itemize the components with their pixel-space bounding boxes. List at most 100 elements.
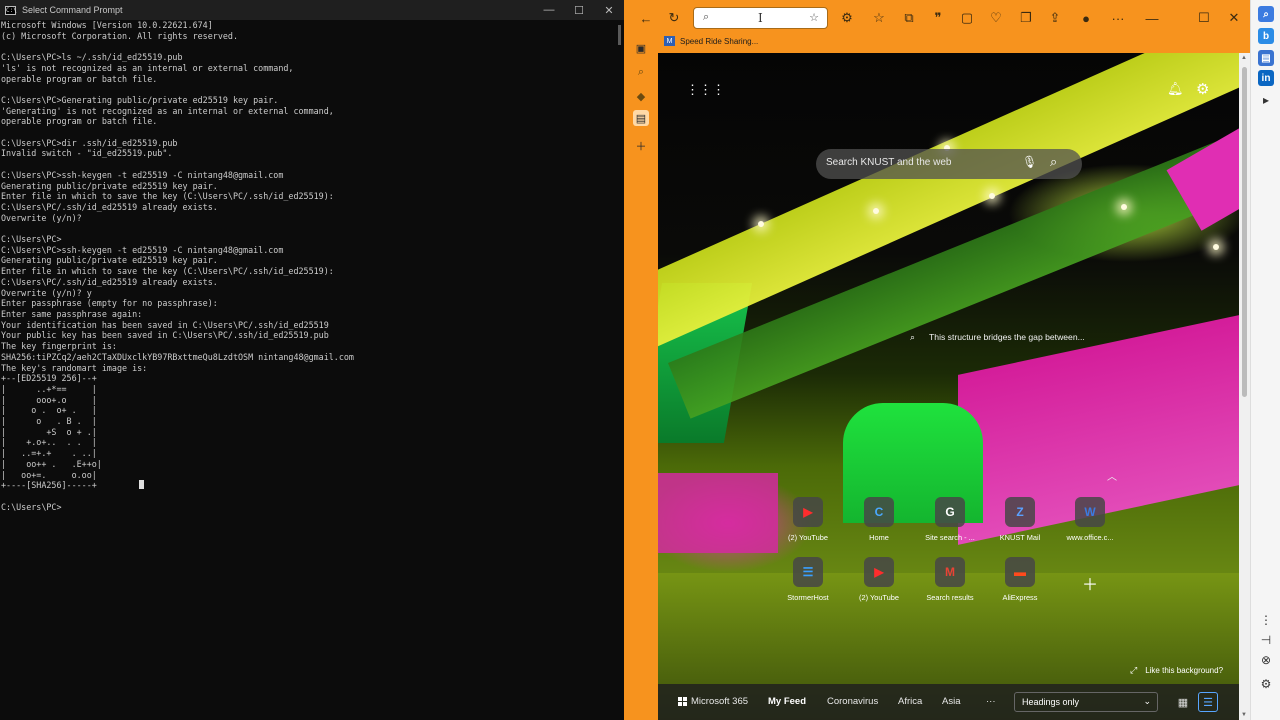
feed-tab-asia[interactable]: Asia <box>942 696 960 707</box>
extensions-icon[interactable]: ⚙ <box>835 6 859 30</box>
gmail-icon: M <box>935 557 965 587</box>
active-tab-icon[interactable]: ▤ <box>633 110 649 126</box>
quick-link-tile[interactable]: C Home <box>847 497 911 551</box>
quick-link-label: KNUST Mail <box>999 533 1041 542</box>
search-placeholder: Search KNUST and the web <box>826 157 952 168</box>
new-tab-icon[interactable]: ＋ <box>633 138 649 154</box>
quick-link-tile[interactable]: M Search results <box>918 557 982 611</box>
minimize-button[interactable]: — <box>534 0 564 20</box>
web-search-box[interactable]: Search KNUST and the web 🎙︎ ⌕ <box>816 149 1082 179</box>
scroll-down-icon[interactable]: ▼ <box>1241 712 1247 718</box>
like-background-link[interactable]: ⤢ Like this background? <box>1130 665 1223 676</box>
terminal-line: C:\Users\PC>ssh-keygen -t ed25519 -C nin… <box>1 244 284 255</box>
stormerhost-icon: ☰ <box>793 557 823 587</box>
app-launcher-icon[interactable]: ⋮⋮⋮ <box>686 83 725 97</box>
caption-search-icon: ⌕ <box>910 331 916 342</box>
back-arrow-icon[interactable]: ← <box>634 6 658 30</box>
sidebar-tools-icon[interactable]: ▤ <box>1258 50 1274 66</box>
terminal-line: operable program or batch file. <box>1 116 158 127</box>
sidebar-search-icon[interactable]: ⌕ <box>1258 6 1274 22</box>
bookmark-item[interactable]: M Speed Ride Sharing... <box>664 34 758 48</box>
maximize-button[interactable]: ☐ <box>564 0 594 20</box>
terminal-line: C:\Users\PC>dir .ssh/id_ed25519.pub <box>1 137 178 148</box>
quick-link-label: (2) YouTube <box>859 593 899 602</box>
terminal-line: | o . o+ . | <box>1 405 97 416</box>
add-favorite-icon[interactable]: ☆ <box>809 11 819 24</box>
more-menu-icon[interactable]: ··· <box>1106 6 1130 30</box>
address-row: ← ↻ ⌕ I ☆ ⚙ ☆ ⧉ ❞ ▢ ♡ ❐ ⇪ ● ··· — ☐ ✕ <box>634 6 1254 30</box>
linkedin-icon[interactable]: in <box>1258 70 1274 86</box>
bookmark-favicon-icon: M <box>664 36 675 46</box>
share-icon[interactable]: ⇪ <box>1043 6 1067 30</box>
close-button[interactable]: ✕ <box>594 0 624 20</box>
layout-dropdown[interactable]: Headings only ⌄ <box>1014 692 1158 712</box>
caption-text: This structure bridges the gap between..… <box>929 332 1085 342</box>
collapse-tiles-chevron-icon[interactable]: ︿ <box>1107 468 1117 483</box>
sidebar-settings-icon[interactable]: ⚙ <box>1258 676 1274 692</box>
quick-link-tile[interactable]: ☰ StormerHost <box>776 557 840 611</box>
page-settings-gear-icon[interactable]: ⚙ <box>1196 80 1209 98</box>
terminal-line: | oo++ . .E++o| <box>1 458 102 469</box>
quick-link-tile[interactable]: G Site search - ... <box>918 497 982 551</box>
tabs-icon[interactable]: ❐ <box>1014 6 1038 30</box>
sidebar-split-icon[interactable]: ⊣ <box>1258 632 1274 648</box>
quick-link-label: StormerHost <box>787 593 829 602</box>
sidebar-menu-icon[interactable]: ⋮ <box>1258 612 1274 628</box>
list-view-icon[interactable]: ☰ <box>1198 692 1218 712</box>
terminal-cursor <box>139 480 144 489</box>
terminal-line: C:\Users\PC>ls ~/.ssh/id_ed25519.pub <box>1 52 183 63</box>
quote-icon[interactable]: ❞ <box>926 6 950 30</box>
terminal-line: The key fingerprint is: <box>1 341 117 352</box>
scrollbar-thumb[interactable] <box>1242 67 1247 397</box>
notifications-bell-icon[interactable]: 🔔︎ <box>1167 81 1184 97</box>
web-capture-icon[interactable]: ▢ <box>955 6 979 30</box>
browser-essentials-icon[interactable]: ♡ <box>984 6 1008 30</box>
feed-more-button[interactable]: ··· <box>986 696 996 707</box>
cmd-titlebar[interactable]: C:\ Select Command Prompt — ☐ ✕ <box>0 0 624 20</box>
grid-view-icon[interactable]: ▦ <box>1174 693 1192 711</box>
refresh-icon[interactable]: ↻ <box>662 6 686 30</box>
quick-link-tile[interactable]: ▶ (2) YouTube <box>847 557 911 611</box>
feed-tab-africa[interactable]: Africa <box>898 696 922 707</box>
terminal-line: | ..=+.+ . ..| <box>1 448 97 459</box>
tab-actions-icon[interactable]: ▣ <box>633 40 649 56</box>
search-tab-icon[interactable]: ⌕ <box>633 64 649 80</box>
terminal-line: | +.o+.. . . | <box>1 437 97 448</box>
search-icon[interactable]: ⌕ <box>1050 154 1057 170</box>
bookmark-tab-icon[interactable]: ◆ <box>633 88 649 104</box>
feed-tab-microsoft365[interactable]: Microsoft 365 <box>691 696 748 707</box>
add-quick-link-icon[interactable]: ＋ <box>1082 571 1098 595</box>
command-prompt-window[interactable]: C:\ Select Command Prompt — ☐ ✕ Microsof… <box>0 0 624 720</box>
feed-tab-coronavirus[interactable]: Coronavirus <box>827 696 878 707</box>
quick-link-label: Home <box>869 533 889 542</box>
microphone-icon[interactable]: 🎙︎ <box>1022 155 1037 169</box>
browser-minimize-button[interactable]: — <box>1140 6 1164 30</box>
feed-tab-my-feed[interactable]: My Feed <box>768 696 806 707</box>
terminal-output[interactable]: Microsoft Windows [Version 10.0.22621.67… <box>1 20 613 720</box>
browser-maximize-button[interactable]: ☐ <box>1192 6 1216 30</box>
like-background-label: Like this background? <box>1145 666 1224 675</box>
scroll-up-icon[interactable]: ▲ <box>1241 55 1247 61</box>
profile-avatar-icon[interactable]: ● <box>1074 6 1098 30</box>
terminal-line: Microsoft Windows [Version 10.0.22621.67… <box>1 20 213 30</box>
home-c-icon: C <box>864 497 894 527</box>
terminal-line: Enter file in which to save the key (C:\… <box>1 191 334 202</box>
bing-chat-icon[interactable]: b <box>1258 28 1274 44</box>
terminal-line: +----[SHA256]-----+ <box>1 480 97 491</box>
quick-link-tile[interactable]: ▬ AliExpress <box>988 557 1052 611</box>
collections-icon[interactable]: ⧉ <box>897 6 921 30</box>
quick-link-tile[interactable]: Z KNUST Mail <box>988 497 1052 551</box>
page-scrollbar[interactable]: ▲ ▼ <box>1239 53 1250 720</box>
quick-link-tile[interactable]: Wwww.office.c... <box>1058 497 1122 551</box>
favorites-icon[interactable]: ☆ <box>867 6 891 30</box>
youtube-icon: ▶ <box>793 497 823 527</box>
address-bar[interactable]: ⌕ I ☆ <box>693 7 828 29</box>
terminal-scrollbar[interactable] <box>618 25 621 45</box>
bg-light <box>758 221 764 227</box>
background-caption[interactable]: ⌕ This structure bridges the gap between… <box>910 330 1085 344</box>
browser-close-button[interactable]: ✕ <box>1222 6 1246 30</box>
sidebar-hide-icon[interactable]: ⊗ <box>1258 652 1274 668</box>
sidebar-more-icon[interactable]: ▸ <box>1258 92 1274 108</box>
quick-link-tile[interactable]: ▶ (2) YouTube <box>776 497 840 551</box>
